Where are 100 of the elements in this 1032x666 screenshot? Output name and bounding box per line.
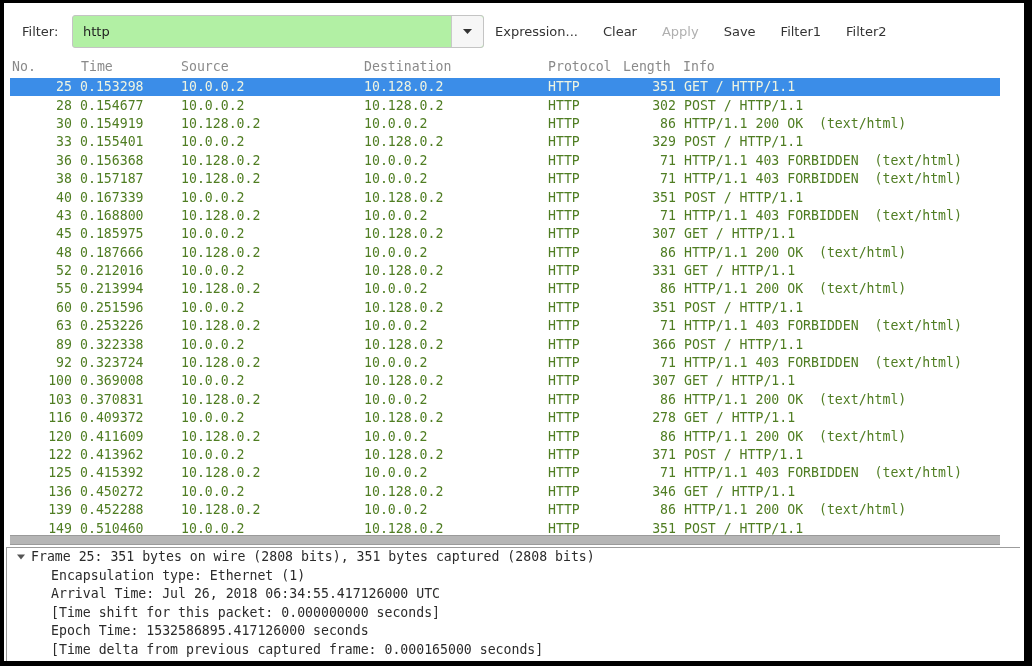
- table-cell-text: 10.0.0.2: [363, 170, 429, 189]
- table-cell-text: POST / HTTP/1.1: [683, 133, 805, 152]
- table-cell-text: POST / HTTP/1.1: [683, 335, 805, 354]
- packet-row[interactable]: 100 0.369008 10.0.0.2 10.128.0.2 HTTP 307 GET / HTTP/1.1: [10, 372, 1000, 391]
- packet-row[interactable]: 38 0.157187 10.128.0.2 10.0.0.2 HTTP 71 HTTP/1.1 403 FORBIDDEN (text/html): [10, 169, 1000, 189]
- table-cell-text: 10.0.0.2: [180, 78, 246, 97]
- packet-row[interactable]: 92 0.323724 10.128.0.2 10.0.0.2 HTTP 71 HTTP/1.1 403 FORBIDDEN (text/html): [10, 353, 1000, 373]
- toolbar-button[interactable]: Filter2: [835, 15, 898, 48]
- packet-row[interactable]: 139 0.452288 10.128.0.2 10.0.0.2 HTTP 86 HTTP/1.1 200 OK (text/html): [10, 501, 1000, 520]
- table-cell-text: 10.128.0.2: [180, 427, 262, 446]
- table-cell-text: 10.128.0.2: [180, 243, 262, 262]
- packet-row[interactable]: 125 0.415392 10.128.0.2 10.0.0.2 HTTP 71 HTTP/1.1 403 FORBIDDEN (text/html): [10, 464, 1000, 483]
- table-cell-text: GET / HTTP/1.1: [683, 262, 797, 281]
- packet-row[interactable]: 52 0.212016 10.0.0.2 10.128.0.2 HTTP 331 GET / HTTP/1.1: [10, 261, 1000, 281]
- table-cell-text: 10.0.0.2: [363, 243, 429, 262]
- caret-icon[interactable]: [463, 29, 472, 34]
- table-cell-text: 30: [55, 114, 73, 133]
- packet-row[interactable]: 28 0.154677 10.0.0.2 10.128.0.2 HTTP 302 POST / HTTP/1.1: [10, 96, 1000, 115]
- table-cell-text: HTTP: [547, 243, 581, 262]
- packet-row[interactable]: 55 0.213994 10.128.0.2 10.0.0.2 HTTP 86 HTTP/1.1 200 OK (text/html): [10, 280, 1000, 299]
- filter-field[interactable]: http: [72, 15, 484, 48]
- table-cell-text: 10.128.0.2: [180, 170, 262, 189]
- table-cell-text: 28: [55, 96, 73, 115]
- packet-row[interactable]: 89 0.322338 10.0.0.2 10.128.0.2 HTTP 366 POST / HTTP/1.1: [10, 335, 1000, 354]
- toolbar-button[interactable]: Filter1: [769, 15, 833, 48]
- table-cell-text: 0.167339: [79, 188, 145, 207]
- column-header[interactable]: Source: [178, 56, 361, 77]
- table-cell-text: HTTP: [547, 335, 581, 354]
- packet-row[interactable]: 60 0.251596 10.0.0.2 10.128.0.2 HTTP 351 POST / HTTP/1.1: [10, 298, 1000, 318]
- table-cell-text: 0.409372: [79, 409, 145, 428]
- toolbar-button[interactable]: Save: [712, 15, 767, 48]
- column-header[interactable]: Protocol: [545, 56, 620, 77]
- table-cell-text: 38: [55, 170, 73, 189]
- column-header[interactable]: Destination: [361, 56, 545, 77]
- tree-item[interactable]: Arrival Time: Jul 26, 2018 06:34:55.417126000 UTC: [51, 584, 441, 605]
- toolbar-button[interactable]: Expression...: [484, 15, 589, 48]
- table-cell-text: 71: [659, 464, 677, 483]
- table-cell-text: HTTP: [547, 464, 581, 483]
- table-cell-text: 86: [659, 501, 677, 520]
- table-cell-text: 0.323724: [79, 354, 145, 373]
- table-cell-text: 366: [651, 335, 677, 354]
- table-cell-text: 10.0.0.2: [363, 464, 429, 483]
- packet-row[interactable]: 25 0.153298 10.0.0.2 10.128.0.2 HTTP 351 GET / HTTP/1.1: [10, 78, 1000, 97]
- table-cell-text: 120: [47, 427, 73, 446]
- table-cell-text: 52: [55, 262, 73, 281]
- table-cell-text: 45: [55, 225, 73, 244]
- packet-row[interactable]: 120 0.411609 10.128.0.2 10.0.0.2 HTTP 86 HTTP/1.1 200 OK (text/html): [10, 427, 1000, 446]
- table-cell-text: 139: [47, 501, 73, 520]
- packet-row[interactable]: 63 0.253226 10.128.0.2 10.0.0.2 HTTP 71 HTTP/1.1 403 FORBIDDEN (text/html): [10, 317, 1000, 336]
- column-header[interactable]: No.: [10, 56, 78, 77]
- column-header[interactable]: Length: [620, 56, 680, 77]
- table-cell-text: 0.213994: [79, 280, 145, 299]
- table-cell-text: HTTP: [547, 133, 581, 152]
- table-cell-text: 10.128.0.2: [180, 354, 262, 373]
- tree-item[interactable]: Frame 25: 351 bytes on wire (2808 bits), 351 bytes captured (2808 bits): [31, 548, 595, 568]
- tree-item[interactable]: Encapsulation type: Ethernet (1): [51, 565, 306, 586]
- table-cell-text: POST / HTTP/1.1: [683, 96, 805, 115]
- column-header[interactable]: Info: [680, 56, 1000, 77]
- table-cell-text: 0.157187: [79, 170, 145, 189]
- packet-row[interactable]: 103 0.370831 10.128.0.2 10.0.0.2 HTTP 86 HTTP/1.1 200 OK (text/html): [10, 390, 1000, 410]
- table-cell-text: 86: [659, 390, 677, 409]
- packet-row[interactable]: 33 0.155401 10.0.0.2 10.128.0.2 HTTP 329 POST / HTTP/1.1: [10, 133, 1000, 152]
- table-cell-text: HTTP: [547, 390, 581, 409]
- packet-row[interactable]: 149 0.510460 10.0.0.2 10.128.0.2 HTTP 351 POST / HTTP/1.1: [10, 519, 1000, 535]
- table-cell-text: 10.128.0.2: [363, 482, 445, 501]
- table-cell-text: 0.411609: [79, 427, 145, 446]
- triangle-icon[interactable]: [17, 553, 25, 562]
- table-cell-text: 10.128.0.2: [363, 409, 445, 428]
- packet-row[interactable]: 36 0.156368 10.128.0.2 10.0.0.2 HTTP 71 HTTP/1.1 403 FORBIDDEN (text/html): [10, 151, 1000, 170]
- table-cell-text: 10.128.0.2: [180, 151, 262, 170]
- table-cell-text: 0.370831: [79, 390, 145, 409]
- table-cell-text: HTTP/1.1 200 OK (text/html): [683, 501, 908, 520]
- table-cell-text: HTTP/1.1 200 OK (text/html): [683, 390, 908, 409]
- table-cell-text: POST / HTTP/1.1: [683, 298, 805, 317]
- table-cell-text: HTTP: [547, 372, 581, 391]
- packet-row[interactable]: 30 0.154919 10.128.0.2 10.0.0.2 HTTP 86 HTTP/1.1 200 OK (text/html): [10, 114, 1000, 134]
- tree-item[interactable]: [Time delta from previous captured frame: 0.000165000 seconds]: [51, 639, 544, 660]
- table-cell-text: 0.251596: [79, 298, 145, 317]
- table-cell-text: 10.0.0.2: [363, 206, 429, 225]
- table-cell-text: 10.128.0.2: [180, 206, 262, 225]
- table-cell-text: 0.168800: [79, 206, 145, 225]
- packet-row[interactable]: 136 0.450272 10.0.0.2 10.128.0.2 HTTP 346 GET / HTTP/1.1: [10, 482, 1000, 501]
- tree-item[interactable]: Epoch Time: 1532586895.417126000 seconds: [51, 621, 369, 642]
- column-header[interactable]: Time: [78, 56, 178, 77]
- packet-row[interactable]: 40 0.167339 10.0.0.2 10.128.0.2 HTTP 351 POST / HTTP/1.1: [10, 188, 1000, 207]
- table-cell-text: HTTP: [547, 225, 581, 244]
- toolbar-button[interactable]: Clear: [591, 15, 648, 48]
- packet-row[interactable]: 116 0.409372 10.0.0.2 10.128.0.2 HTTP 278 GET / HTTP/1.1: [10, 409, 1000, 428]
- horizontal-scrollbar[interactable]: [10, 535, 1000, 545]
- table-cell-text: 10.0.0.2: [180, 446, 246, 464]
- packet-row[interactable]: 48 0.187666 10.128.0.2 10.0.0.2 HTTP 86 HTTP/1.1 200 OK (text/html): [10, 243, 1000, 262]
- table-cell-text: 307: [651, 225, 677, 244]
- table-cell-text: 10.0.0.2: [180, 482, 246, 501]
- packet-row[interactable]: 43 0.168800 10.128.0.2 10.0.0.2 HTTP 71 HTTP/1.1 403 FORBIDDEN (text/html): [10, 206, 1000, 226]
- packet-row[interactable]: 122 0.413962 10.0.0.2 10.128.0.2 HTTP 371 POST / HTTP/1.1: [10, 445, 1000, 465]
- packet-row[interactable]: 45 0.185975 10.0.0.2 10.128.0.2 HTTP 307 GET / HTTP/1.1: [10, 225, 1000, 244]
- table-cell-text: 0.253226: [79, 317, 145, 336]
- tree-item[interactable]: [Time shift for this packet: 0.000000000 seconds]: [51, 602, 441, 623]
- table-cell-text: 371: [651, 446, 677, 464]
- table-cell-text: HTTP: [547, 114, 581, 133]
